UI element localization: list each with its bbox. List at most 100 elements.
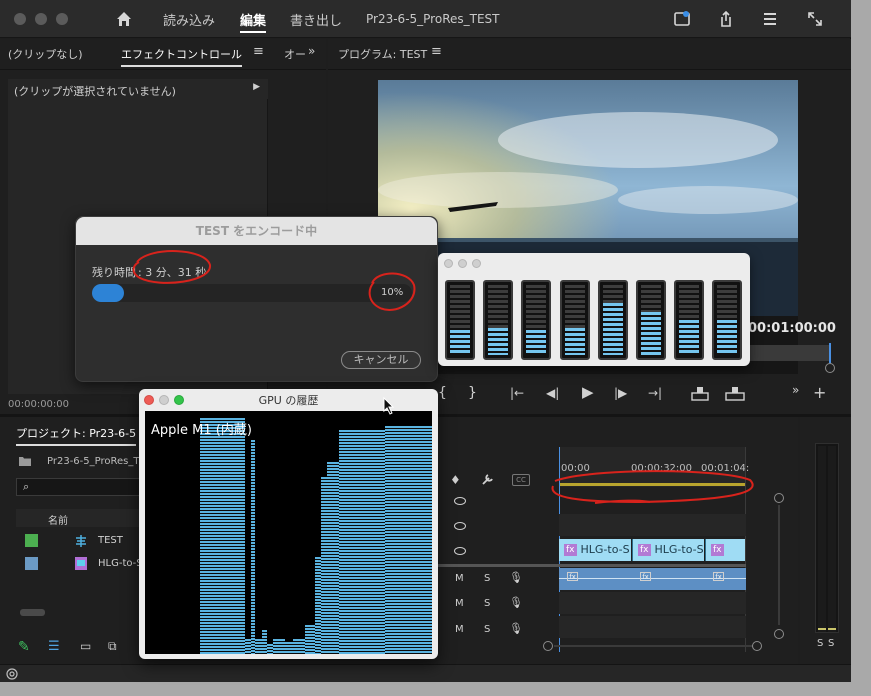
column-name-header[interactable]: 名前 <box>48 512 68 527</box>
cancel-button[interactable]: キャンセル <box>341 351 421 369</box>
mark-in-icon[interactable]: { <box>438 386 447 400</box>
horizontal-zoom-handle[interactable] <box>752 641 762 651</box>
project-item-test[interactable]: TEST <box>16 530 140 552</box>
program-monitor-title: プログラム: TEST <box>338 48 428 61</box>
pencil-icon[interactable]: ✎ <box>18 639 30 655</box>
bin-icon <box>19 457 31 466</box>
mute-button[interactable]: M <box>455 573 464 584</box>
program-scrub-bar[interactable] <box>748 345 830 361</box>
program-menu-icon[interactable]: ≡ <box>431 44 442 59</box>
vertical-zoom-handle[interactable] <box>774 629 784 639</box>
timeline-video-clip[interactable]: fx HLG-to-S <box>632 539 704 561</box>
horizontal-zoom-handle[interactable] <box>543 641 553 651</box>
button-editor-icon[interactable]: + <box>813 385 826 401</box>
mute-button[interactable]: M <box>455 598 464 609</box>
window-zoom-button[interactable] <box>56 13 68 25</box>
encode-dialog-title: TEST をエンコード中 <box>76 217 437 245</box>
extract-icon[interactable] <box>724 385 746 401</box>
timeline-video-clip[interactable]: fx HLG-to-S <box>559 539 631 561</box>
timeline-audio-clip[interactable]: fx fx fx <box>559 568 746 590</box>
go-to-in-icon[interactable]: |← <box>510 386 524 400</box>
window-close-button[interactable] <box>14 13 26 25</box>
window-minimize-button[interactable] <box>35 13 47 25</box>
solo-button[interactable]: S <box>817 638 823 649</box>
microphone-icon[interactable]: 🎙 <box>509 622 523 635</box>
project-panel-title[interactable]: プロジェクト: Pr23-6-5 <box>16 425 137 446</box>
timeline-video-clip[interactable]: fx <box>705 539 745 561</box>
tab-effect-controls[interactable]: エフェクトコントロール <box>121 46 242 67</box>
label-color-swatch[interactable] <box>25 557 38 570</box>
window-minimize-button[interactable] <box>458 259 467 268</box>
mute-button[interactable]: M <box>455 624 464 635</box>
workspaces-icon[interactable] <box>761 10 779 28</box>
step-back-icon[interactable]: ◀| <box>546 386 559 400</box>
more-buttons-icon[interactable]: » <box>792 383 799 397</box>
encode-progress-fill <box>92 284 124 302</box>
cpu-core-meter <box>597 280 628 360</box>
expand-arrow-icon[interactable]: ▶ <box>253 82 260 92</box>
sequence-icon <box>76 535 86 547</box>
captions-icon[interactable]: CC <box>512 474 530 486</box>
render-bar <box>559 483 746 486</box>
microphone-icon[interactable]: 🎙 <box>509 571 523 584</box>
audio-track-a3 <box>559 616 746 638</box>
no-clip-message: (クリップが選択されていません) <box>14 85 176 98</box>
icon-view-icon[interactable]: ▭ <box>80 639 91 653</box>
microphone-icon[interactable]: 🎙 <box>509 596 523 609</box>
tab-edit[interactable]: 編集 <box>240 10 267 33</box>
timeline-vscrollbar[interactable] <box>778 505 780 625</box>
fx-badge-icon: fx <box>564 544 577 556</box>
tab-import[interactable]: 読み込み <box>163 10 215 29</box>
fullscreen-icon[interactable] <box>806 10 824 28</box>
vertical-zoom-handle[interactable] <box>774 493 784 503</box>
fx-badge-icon: fx <box>713 572 724 581</box>
step-forward-icon[interactable]: |▶ <box>614 386 627 400</box>
track-divider[interactable] <box>438 564 746 567</box>
project-search-input[interactable]: ⌕ <box>16 478 140 496</box>
eye-icon[interactable] <box>454 497 466 505</box>
window-close-button[interactable] <box>444 259 453 268</box>
encode-progress-bar <box>92 284 412 302</box>
gpu-history-bar <box>327 462 339 654</box>
quick-export-icon[interactable] <box>673 10 691 28</box>
project-item-name: HLG-to-S <box>98 558 143 569</box>
eye-icon[interactable] <box>454 547 466 555</box>
project-scrollbar[interactable] <box>20 609 45 616</box>
creative-cloud-icon[interactable] <box>6 668 18 680</box>
lift-icon[interactable] <box>690 385 710 401</box>
solo-button[interactable]: S <box>484 598 490 609</box>
go-to-out-icon[interactable]: →| <box>648 386 662 400</box>
more-panels-icon[interactable]: » <box>308 44 315 58</box>
zoom-handle[interactable] <box>825 363 835 373</box>
transport-controls: { } |← ◀| ▶ |▶ →| <box>438 379 748 409</box>
label-color-swatch[interactable] <box>25 534 38 547</box>
panel-menu-icon[interactable]: ≡ <box>253 44 264 59</box>
tab-audio[interactable]: オー <box>284 46 306 62</box>
timeline-hscrollbar[interactable] <box>554 645 754 647</box>
project-panel: プロジェクト: Pr23-6-5 Pr23-6-5_ProRes_TE ⌕ 名前… <box>0 417 146 664</box>
fx-badge-icon: fx <box>638 544 651 556</box>
eye-icon[interactable] <box>454 522 466 530</box>
solo-button[interactable]: S <box>828 638 834 649</box>
timeline-panel: ♦ CC 00:00 00:00:32:00 00:01:04: fx HLG-t… <box>438 417 798 664</box>
effect-timecode: 00:00:00:00 <box>8 399 70 410</box>
share-icon[interactable] <box>717 10 735 28</box>
play-icon[interactable]: ▶ <box>582 385 594 400</box>
window-zoom-button[interactable] <box>472 259 481 268</box>
mark-out-icon[interactable]: } <box>468 386 477 400</box>
marker-icon[interactable]: ♦ <box>450 473 461 487</box>
time-ruler[interactable]: 00:00 00:00:32:00 00:01:04: <box>559 447 749 487</box>
gpu-history-bar <box>305 624 315 654</box>
project-item-hlg[interactable]: HLG-to-S <box>16 553 143 575</box>
wrench-icon[interactable] <box>480 473 494 487</box>
ruler-tick-label: 00:00 <box>561 463 590 474</box>
encode-percent: 10% <box>381 287 404 298</box>
list-view-icon[interactable]: ☰ <box>48 639 60 654</box>
tab-no-clip[interactable]: (クリップなし) <box>8 46 83 62</box>
solo-button[interactable]: S <box>484 573 490 584</box>
tab-export[interactable]: 書き出し <box>290 10 342 29</box>
solo-button[interactable]: S <box>484 624 490 635</box>
cpu-meter-window <box>438 253 750 366</box>
home-icon[interactable] <box>115 10 133 28</box>
freeform-view-icon[interactable]: ⧉ <box>108 639 117 654</box>
